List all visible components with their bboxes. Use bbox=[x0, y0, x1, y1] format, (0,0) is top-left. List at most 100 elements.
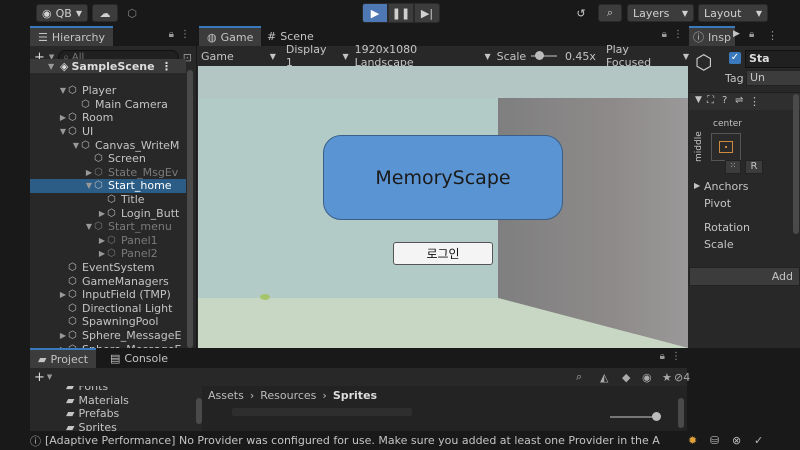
folder-item[interactable]: ▰ Prefabs bbox=[30, 407, 200, 421]
network-icon[interactable]: ⊗ bbox=[732, 434, 741, 447]
hierarchy-node[interactable]: ▼ ⬡ UI bbox=[30, 125, 186, 139]
pause-button[interactable]: ❚❚ bbox=[388, 3, 414, 23]
hierarchy-node[interactable]: ⬡ SpawningPool bbox=[30, 315, 186, 329]
game-viewport[interactable]: MemoryScape 로그인 bbox=[198, 66, 688, 348]
star-icon[interactable]: ★ bbox=[662, 371, 672, 384]
label-filter-icon[interactable]: ◆ bbox=[622, 371, 630, 384]
chevron-down-icon[interactable]: ▼ bbox=[71, 141, 81, 150]
hierarchy-node[interactable]: ▼ ⬡ Start_menu bbox=[30, 220, 186, 234]
chevron-down-icon[interactable]: ▼ bbox=[47, 373, 52, 381]
menu-icon[interactable]: ⋮ bbox=[749, 95, 760, 108]
hierarchy-node[interactable]: ▶ ⬡ Login_Butt bbox=[30, 206, 186, 220]
chevron-right-icon[interactable]: ▶ bbox=[97, 209, 107, 218]
menu-icon[interactable]: ⋮ bbox=[161, 60, 172, 73]
scale-slider-thumb[interactable] bbox=[535, 51, 545, 60]
breadcrumb-resources[interactable]: Resources bbox=[260, 389, 316, 402]
add-component-button[interactable]: Add bbox=[689, 267, 800, 286]
history-button[interactable]: ↺ bbox=[570, 4, 592, 22]
breadcrumb-sprites[interactable]: Sprites bbox=[333, 389, 377, 402]
game-mode-dropdown[interactable]: Game bbox=[201, 50, 234, 63]
chevron-right-icon[interactable]: ▶ bbox=[58, 331, 68, 340]
rect-transform-header[interactable]: ▼ ⛶ ? ⇌ ⋮ bbox=[689, 92, 800, 110]
menu-icon[interactable]: ⋮ bbox=[671, 351, 681, 362]
search-filter-icon[interactable]: ⌕ bbox=[576, 370, 582, 384]
raw-edit-button[interactable]: R bbox=[745, 160, 763, 174]
lock-icon[interactable]: 🔒︎ bbox=[169, 29, 174, 40]
tab-project[interactable]: ▰ Project bbox=[30, 348, 97, 368]
collab-button[interactable]: ⬡ bbox=[122, 4, 142, 22]
menu-icon[interactable]: ⋮ bbox=[673, 29, 683, 40]
tab-inspector-label: Insp bbox=[708, 30, 731, 44]
anchor-preset-widget[interactable] bbox=[711, 133, 741, 161]
lock-icon[interactable]: 🔒︎ bbox=[662, 29, 667, 40]
chevron-down-icon[interactable]: ▼ bbox=[58, 127, 68, 136]
tab-game[interactable]: ◍ Game bbox=[199, 26, 262, 46]
inspector-scrollbar[interactable] bbox=[793, 94, 799, 234]
zoom-slider-thumb[interactable] bbox=[652, 412, 661, 421]
chevron-down-icon[interactable]: ▼ bbox=[58, 86, 68, 95]
zoom-slider[interactable] bbox=[610, 412, 661, 421]
search-icon: ⌕ bbox=[606, 6, 614, 19]
chevron-right-icon[interactable]: ▶ bbox=[84, 168, 94, 177]
object-name-field[interactable]: Sta bbox=[745, 50, 800, 68]
scene-row[interactable]: ▼ ◈ SampleScene ⋮ bbox=[30, 59, 186, 73]
hierarchy-node[interactable]: ⬡ Title bbox=[30, 193, 186, 207]
account-dropdown[interactable]: ◉ QB ▼ bbox=[36, 4, 88, 22]
hierarchy-node[interactable]: ⬡ Screen bbox=[30, 152, 186, 166]
lock-icon[interactable]: 🔒︎ bbox=[749, 29, 754, 40]
hierarchy-node[interactable]: ⬡ EventSystem bbox=[30, 261, 186, 275]
active-checkbox[interactable]: ✓ bbox=[729, 52, 741, 64]
tab-console[interactable]: ▤ Console bbox=[102, 348, 176, 368]
blueprint-button[interactable]: ⁙ bbox=[725, 160, 741, 174]
type-filter-icon[interactable]: ◭ bbox=[600, 371, 608, 384]
cache-server-icon[interactable]: ⛁ bbox=[710, 434, 719, 447]
chevron-right-icon[interactable]: ▶ bbox=[733, 29, 740, 39]
hierarchy-node[interactable]: ▼ ⬡ Player bbox=[30, 84, 186, 98]
folder-item[interactable]: ▰ Fonts bbox=[30, 386, 200, 394]
lock-icon[interactable]: 🔒︎ bbox=[660, 351, 665, 362]
layout-dropdown[interactable]: Layout ▼ bbox=[698, 4, 768, 22]
hierarchy-node[interactable]: ⬡ Directional Light bbox=[30, 302, 186, 316]
hierarchy-scrollbar[interactable] bbox=[187, 70, 193, 348]
chevron-right-icon[interactable]: ▶ bbox=[694, 181, 700, 190]
hierarchy-node[interactable]: ⬡ GameManagers bbox=[30, 274, 186, 288]
cloud-button[interactable]: ☁ bbox=[92, 4, 118, 22]
hierarchy-node[interactable]: ⬡ Main Camera bbox=[30, 98, 186, 112]
login-button[interactable]: 로그인 bbox=[393, 242, 493, 265]
breadcrumb-assets[interactable]: Assets bbox=[208, 389, 244, 402]
hierarchy-node[interactable]: ▶ ⬡ InputField (TMP) bbox=[30, 288, 186, 302]
hierarchy-node[interactable]: ▶ ⬡ Panel2 bbox=[30, 247, 186, 261]
settings-icon[interactable]: ⇌ bbox=[735, 95, 743, 106]
chevron-down-icon[interactable]: ▼ bbox=[84, 222, 94, 231]
search-button[interactable]: ⌕ bbox=[598, 4, 622, 22]
add-icon[interactable]: + bbox=[34, 370, 45, 385]
tab-inspector[interactable]: ⓘ Insp bbox=[689, 26, 735, 46]
chevron-down-icon[interactable]: ▼ bbox=[84, 181, 94, 190]
eye-icon[interactable]: ◉ bbox=[642, 371, 652, 384]
chevron-right-icon[interactable]: ▶ bbox=[97, 249, 107, 258]
hierarchy-node[interactable]: ▼ ⬡ Canvas_WriteM bbox=[30, 138, 186, 152]
check-icon[interactable]: ✓ bbox=[754, 434, 763, 447]
chevron-right-icon[interactable]: ▶ bbox=[58, 290, 68, 299]
chevron-right-icon[interactable]: ▶ bbox=[97, 236, 107, 245]
menu-icon[interactable]: ⋮ bbox=[767, 29, 778, 42]
hierarchy-node[interactable]: ▶⬡ Sphere_MessageE bbox=[30, 329, 186, 343]
tab-hierarchy[interactable]: ☰ Hierarchy bbox=[30, 26, 114, 46]
play-button[interactable]: ▶ bbox=[362, 3, 388, 23]
debug-bug-icon[interactable]: ✹ bbox=[688, 434, 697, 447]
chevron-right-icon[interactable]: ▶ bbox=[58, 113, 68, 122]
help-icon[interactable]: ? bbox=[722, 95, 727, 106]
hierarchy-node[interactable]: ▶ ⬡ State_MsgEv bbox=[30, 166, 186, 180]
scale-slider[interactable] bbox=[531, 51, 557, 60]
step-button[interactable]: ▶| bbox=[414, 3, 440, 23]
tag-dropdown[interactable]: Un bbox=[746, 70, 800, 86]
hierarchy-node[interactable]: ▶ ⬡ Panel1 bbox=[30, 234, 186, 248]
menu-icon[interactable]: ⋮ bbox=[180, 29, 190, 40]
status-message[interactable]: [Adaptive Performance] No Provider was c… bbox=[45, 434, 660, 447]
hierarchy-node[interactable]: ▼ ⬡ Start_home bbox=[30, 179, 186, 193]
layers-dropdown[interactable]: Layers ▼ bbox=[627, 4, 694, 22]
folder-item[interactable]: ▰ Sprites bbox=[30, 421, 200, 431]
hierarchy-node[interactable]: ▶ ⬡ Room bbox=[30, 111, 186, 125]
project-scrollbar[interactable] bbox=[678, 398, 684, 428]
folder-item[interactable]: ▰ Materials bbox=[30, 394, 200, 408]
